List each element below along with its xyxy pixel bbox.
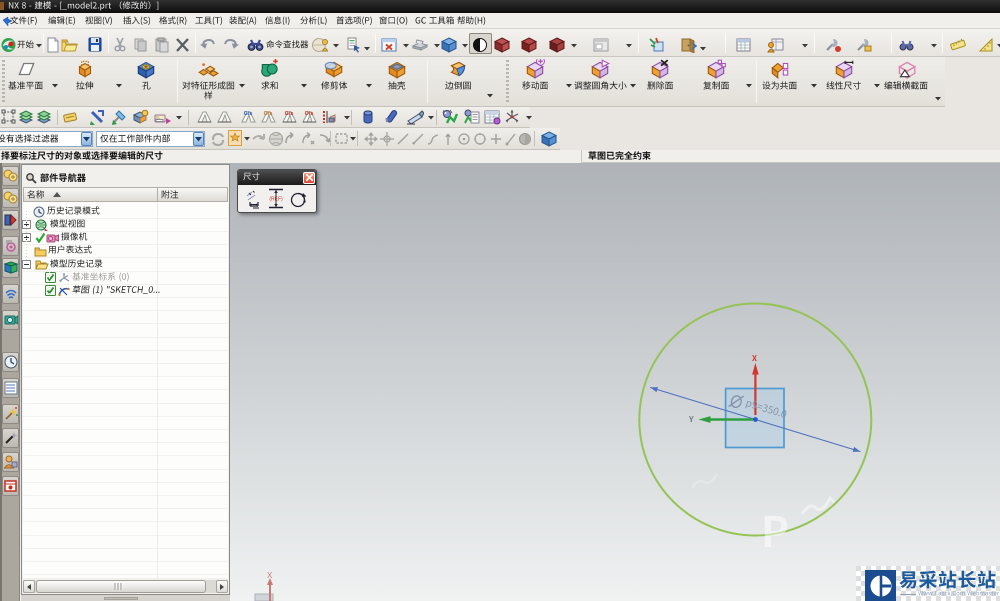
svg-text:G/s: G/s	[285, 111, 294, 117]
svg-text:X: X	[267, 571, 273, 580]
svg-text:O/s: O/s	[264, 111, 273, 117]
svg-text:(REF): (REF)	[269, 197, 283, 203]
svg-text:G/s: G/s	[244, 111, 253, 117]
svg-text:O/s: O/s	[305, 111, 314, 117]
